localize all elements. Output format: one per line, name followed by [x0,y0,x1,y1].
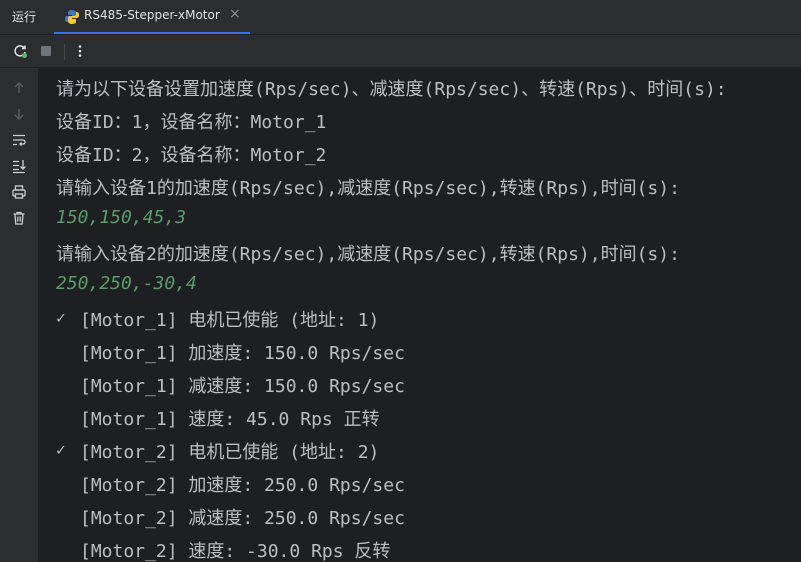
console-user-input: 150,150,45,3 [56,207,187,228]
arrow-up-icon[interactable] [11,80,27,96]
console-line: [Motor_1] 加速度: 150.0 Rps/sec [80,343,405,364]
check-icon: ✓ [56,440,66,459]
more-options-icon[interactable] [72,43,88,59]
tab-rs485-stepper-xmotor[interactable]: RS485-Stepper-xMotor × [54,0,250,34]
soft-wrap-icon[interactable] [11,132,27,148]
scroll-to-end-icon[interactable] [11,158,27,174]
console-line: [Motor_1] 减速度: 150.0 Rps/sec [80,376,405,397]
console-line: 设备ID：2，设备名称：Motor_2 [56,145,327,166]
tab-title: RS485-Stepper-xMotor [84,8,220,22]
stop-icon[interactable] [38,43,54,59]
console-user-input: 250,250,-30,4 [56,273,197,294]
arrow-down-icon[interactable] [11,106,27,122]
console-line: 请输入设备2的加速度(Rps/sec),减速度(Rps/sec),转速(Rps)… [56,244,680,265]
console-line: [Motor_2] 加速度: 250.0 Rps/sec [80,475,405,496]
console-line: [Motor_1] 电机已使能 (地址: 1) [80,310,380,331]
console-line: 请为以下设备设置加速度(Rps/sec)、减速度(Rps/sec)、转速(Rps… [56,79,727,100]
rerun-icon[interactable] [12,43,28,59]
run-toolbar [0,35,801,68]
check-icon: ✓ [56,308,66,327]
run-panel-title: 运行 [12,10,37,24]
console-line: 设备ID：1，设备名称：Motor_1 [56,112,327,133]
console-output[interactable]: 请为以下设备设置加速度(Rps/sec)、减速度(Rps/sec)、转速(Rps… [39,68,801,562]
console-line: [Motor_2] 速度: -30.0 Rps 反转 [80,541,391,562]
close-icon[interactable]: × [229,6,241,22]
python-icon [65,10,79,24]
tab-bar: 运行 RS485-Stepper-xMotor × [0,0,801,35]
console-line: [Motor_1] 速度: 45.0 Rps 正转 [80,409,380,430]
trash-icon[interactable] [11,210,27,226]
console-line: 请输入设备1的加速度(Rps/sec),减速度(Rps/sec),转速(Rps)… [56,178,680,199]
print-icon[interactable] [11,184,27,200]
console-line: [Motor_2] 减速度: 250.0 Rps/sec [80,508,405,529]
console-side-toolbar [0,68,39,562]
toolbar-separator [64,44,65,60]
console-line: [Motor_2] 电机已使能 (地址: 2) [80,442,380,463]
